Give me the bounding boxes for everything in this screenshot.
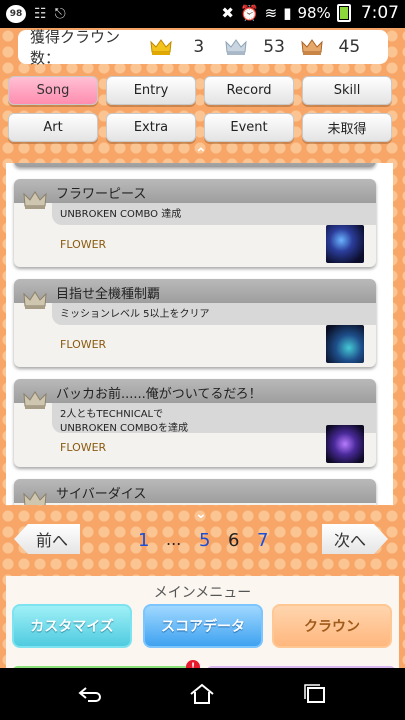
score-data-button[interactable]: スコアデータ [143,604,263,648]
tab-extra[interactable]: Extra [106,113,196,142]
tab-skill[interactable]: Skill [302,76,392,105]
battery-icon [336,4,351,22]
back-button[interactable] [60,678,120,710]
crown-icon [23,391,47,409]
customize-button[interactable]: カスタマイズ [12,604,132,648]
song-name: FLOWER [60,441,107,454]
alert-badge: ! [186,660,200,668]
tab-event[interactable]: Event [204,113,294,142]
gold-crown-count: 3 [193,37,205,57]
notification-badge: 98 [6,5,26,23]
battery-percent: 98% [297,4,331,22]
crown-title: 目指せ全機種制覇 [56,287,161,302]
crown-list[interactable]: フラワーピース UNBROKEN COMBO 達成 FLOWER 目指せ全機種制… [6,163,393,505]
recent-apps-button[interactable] [285,678,345,710]
silver-crown-count: 53 [263,37,285,57]
crown-screen: 獲得クラウン数： 3 53 45 Song Entry Record Skill… [0,28,405,668]
home-button[interactable] [172,678,232,710]
song-jacket-image [326,225,364,263]
main-menu-title: メインメニュー [153,585,252,601]
tab-record[interactable]: Record [204,76,294,105]
cat-icon: ☷ [34,6,47,22]
song-jacket-image [326,325,364,363]
page-ellipsis: ... [166,530,182,549]
crown-icon [23,191,47,209]
scroll-up-icon[interactable]: ⌃ [195,146,207,162]
crown-condition: UNBROKEN COMBO 達成 [60,209,182,220]
bronze-crown-count: 45 [338,37,361,57]
alarm-icon: ⏰ [239,4,259,22]
crown-condition-line1: 2人ともTECHNICALで [60,409,164,420]
pagination: 前へ 1 ... 5 6 7 次へ [0,522,405,562]
list-item[interactable]: 目指せ全機種制覇 ミッションレベル 5以上をクリア FLOWER [14,279,376,367]
wifi-icon: ≋ [264,4,278,22]
main-menu: メインメニュー カスタマイズ スコアデータ クラウン ! [6,576,399,668]
crown-summary: 獲得クラウン数： 3 53 45 [18,28,388,67]
song-name: FLOWER [60,338,107,351]
list-item[interactable]: バッカお前......俺がついてるだろ！ 2人ともTECHNICALで UNBR… [14,379,376,467]
page-7-link[interactable]: 7 [257,530,268,551]
tab-art[interactable]: Art [8,113,98,142]
back-icon [78,687,101,702]
crown-condition: 2人ともTECHNICALで UNBROKEN COMBOを達成 [60,408,188,436]
scroll-down-icon[interactable]: ⌄ [195,506,207,522]
list-item[interactable]: サイバーダイス [14,479,376,505]
crown-summary-label: 獲得クラウン数： [30,28,121,67]
clock: 7:07 [360,3,399,23]
crown-icon [23,291,47,309]
current-page: 6 [228,530,240,551]
gold-crown-icon [150,38,172,56]
crown-condition-line2: UNBROKEN COMBOを達成 [60,423,189,434]
crown-title: フラワーピース [56,187,147,202]
crown-title: バッカお前......俺がついてるだろ！ [56,387,262,402]
song-jacket-image [326,425,364,463]
tab-unacquired[interactable]: 未取得 [302,113,392,142]
crown-icon [23,491,47,505]
list-item[interactable]: フラワーピース UNBROKEN COMBO 達成 FLOWER [14,179,376,267]
silver-crown-icon [225,38,248,56]
page-5-link[interactable]: 5 [199,530,210,551]
next-page-button[interactable]: 次へ [322,524,388,554]
tab-entry[interactable]: Entry [106,76,196,105]
crown-condition: ミッションレベル 5以上をクリア [60,309,210,320]
prev-page-button[interactable]: 前へ [14,524,80,554]
navigation-bar [0,668,405,720]
signal-icon: ▮ [283,4,292,22]
page-1-link[interactable]: 1 [138,530,149,551]
song-name: FLOWER [60,238,107,251]
crown-button[interactable]: クラウン [272,604,392,648]
recent-apps-icon [304,684,325,703]
list-item-partial-top [14,163,376,167]
bluetooth-off-icon: ✖ [221,4,234,22]
status-bar: 98 ☷ ⎋ ✖ ⏰ ≋ ▮ 98% 7:07 [0,0,405,28]
usb-icon: ⎋ [54,6,66,22]
crown-title: サイバーダイス [56,487,147,502]
home-icon [190,683,214,704]
tab-song[interactable]: Song [8,76,98,105]
bronze-crown-icon [301,38,323,56]
